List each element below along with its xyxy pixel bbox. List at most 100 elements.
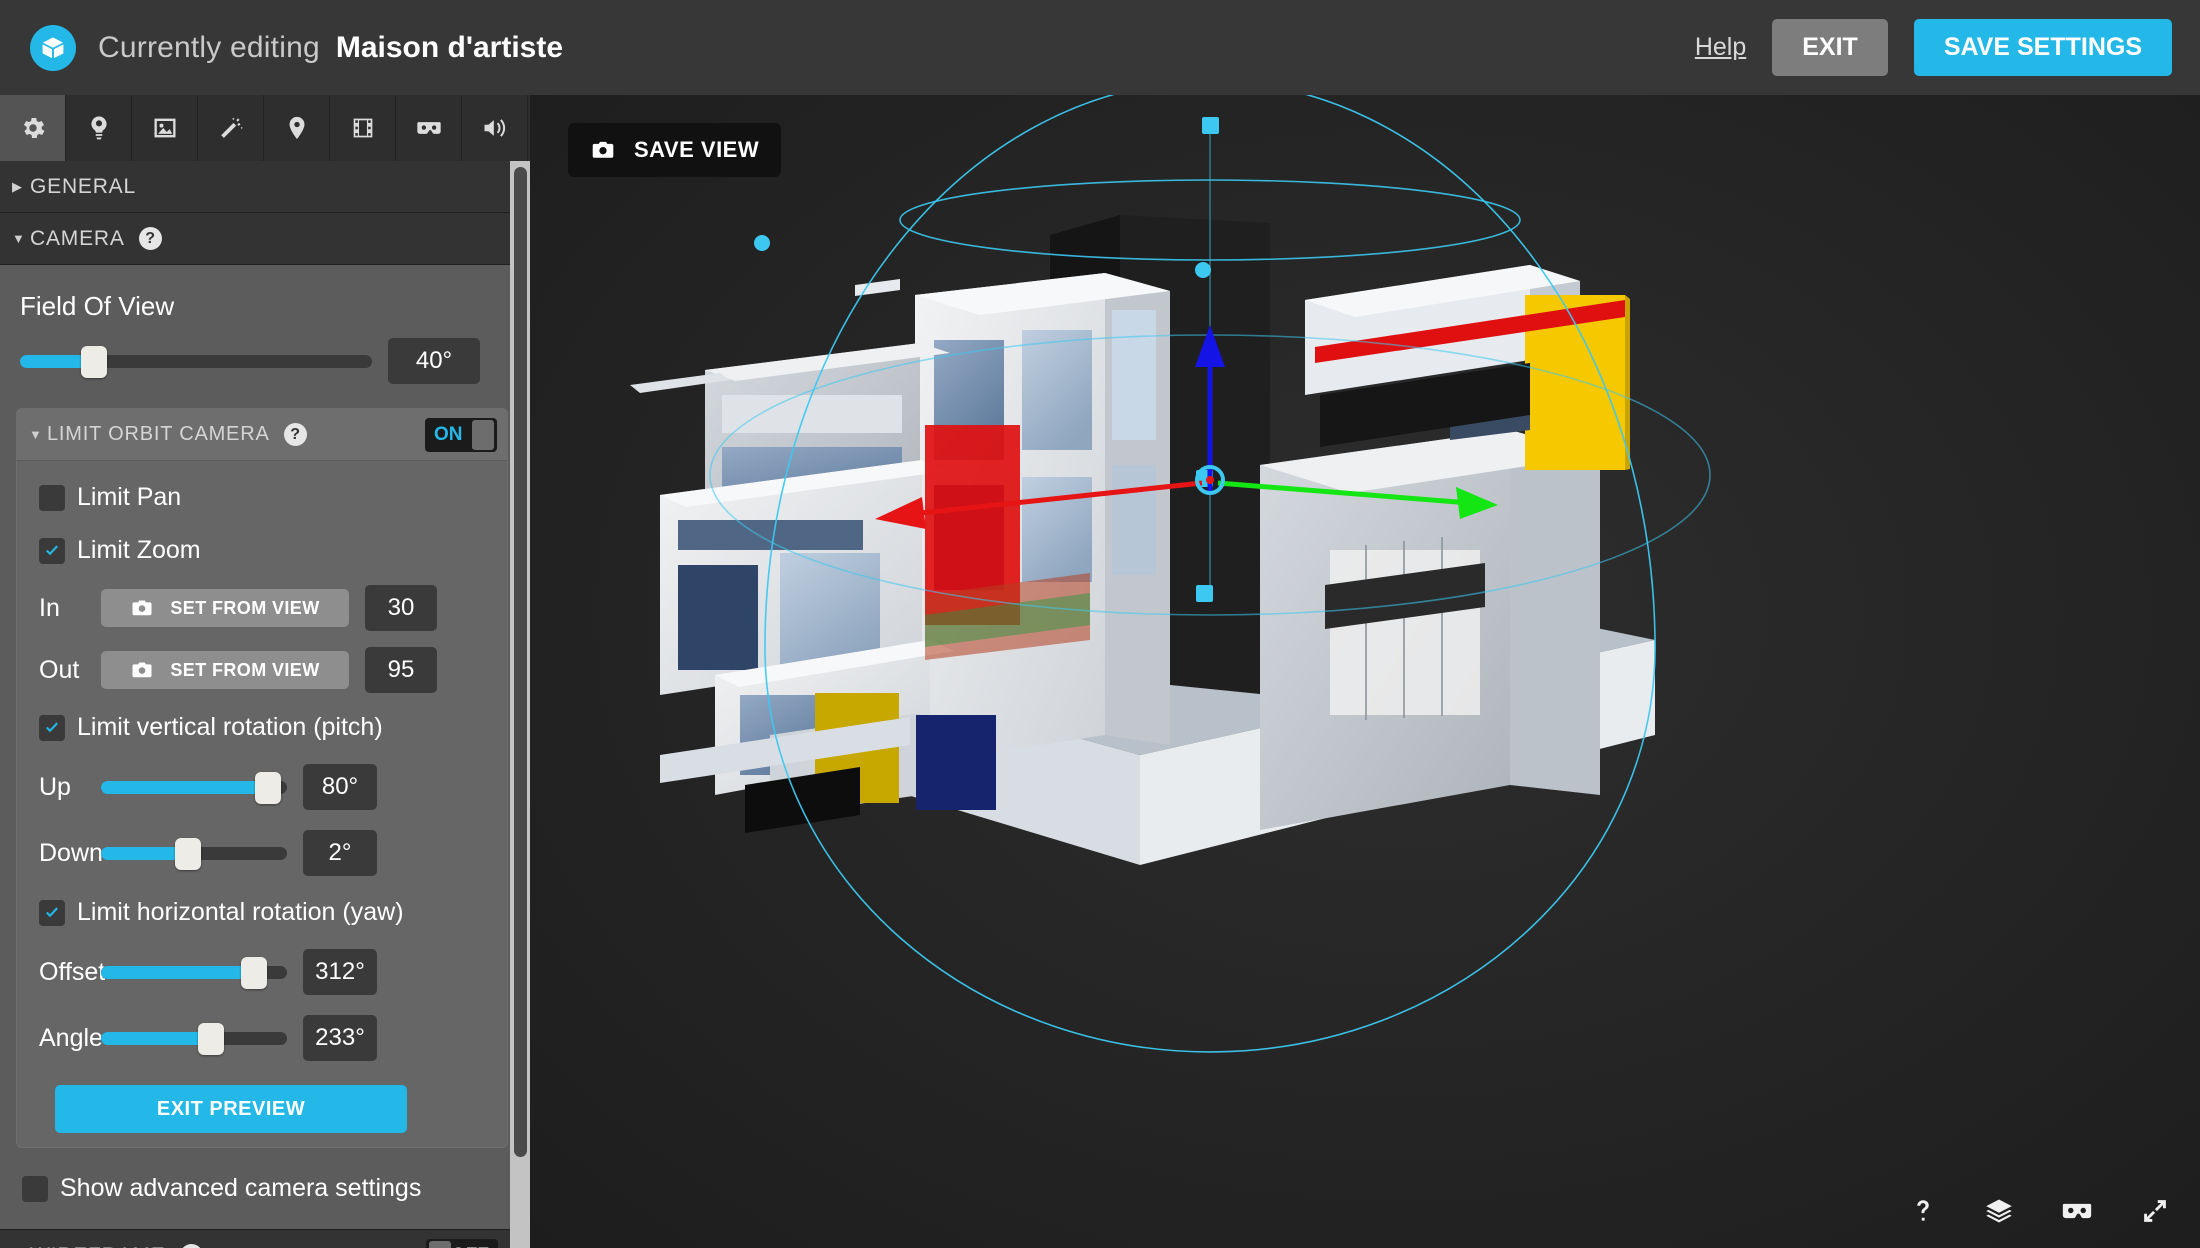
model-title: Maison d'artiste (335, 30, 564, 64)
vr-goggles-glyph (2062, 1203, 2092, 1219)
pitch-up-slider-fill (101, 780, 269, 794)
fullscreen-icon[interactable] (2140, 1196, 2170, 1226)
settings-sidebar: ▶ GENERAL ▼ CAMERA ? Field Of View 40° ▼ (0, 95, 530, 1248)
yaw-offset-label: Offset (39, 957, 106, 986)
camera-help-icon[interactable]: ? (138, 227, 162, 250)
tab-lighting[interactable] (66, 95, 132, 161)
limit-yaw-row[interactable]: Limit horizontal rotation (yaw) (17, 886, 507, 939)
3d-scene[interactable] (530, 95, 2200, 1248)
zoom-out-set-from-view-button[interactable]: SET FROM VIEW (101, 651, 349, 689)
sketchfab-cube-icon[interactable] (30, 24, 76, 71)
limit-orbit-help-icon[interactable]: ? (283, 423, 307, 446)
magic-wand-icon (220, 117, 243, 138)
exit-preview-button[interactable]: EXIT PREVIEW (55, 1085, 407, 1133)
chevron-down-icon: ▼ (29, 427, 42, 442)
pitch-up-slider-knob[interactable] (255, 771, 282, 804)
limit-zoom-label: Limit Zoom (77, 536, 201, 564)
fov-slider-knob[interactable] (80, 345, 107, 378)
section-wireframe[interactable]: ▶ WIREFRAME ? OFF (0, 1229, 530, 1248)
top-bar: Currently editing Maison d'artiste Help … (0, 0, 2200, 95)
layers-icon[interactable] (1984, 1196, 2014, 1226)
exit-button[interactable]: EXIT (1772, 19, 1888, 76)
yaw-angle-slider[interactable] (101, 1022, 287, 1055)
yaw-angle-slider-fill (101, 1031, 211, 1045)
advanced-camera-settings-checkbox[interactable] (22, 1175, 48, 1202)
check-icon (46, 721, 58, 732)
tab-post-processing[interactable] (198, 95, 264, 161)
zoom-in-row: In SET FROM VIEW 30 (17, 577, 507, 639)
section-general-label: GENERAL (30, 174, 136, 198)
question-mark-glyph (1917, 1200, 1929, 1221)
limit-pitch-checkbox[interactable] (39, 714, 65, 741)
limit-pan-label: Limit Pan (77, 483, 182, 511)
save-settings-button[interactable]: SAVE SETTINGS (1913, 19, 2172, 76)
yaw-offset-slider-fill (101, 965, 254, 979)
camera-panel: Field Of View 40° ▼ LIMIT ORBIT CAMERA ?… (0, 265, 530, 1229)
limit-orbit-toggle-label: ON (434, 423, 463, 445)
image-icon (154, 118, 175, 138)
chevron-down-icon: ▼ (12, 231, 25, 246)
yaw-offset-slider[interactable] (101, 956, 287, 989)
yaw-offset-value[interactable]: 312° (303, 949, 377, 995)
section-camera[interactable]: ▼ CAMERA ? (0, 213, 530, 265)
tab-environment[interactable] (132, 95, 198, 161)
fov-value[interactable]: 40° (388, 338, 480, 384)
limit-orbit-camera-group: ▼ LIMIT ORBIT CAMERA ? ON Limit Pan Limi… (16, 408, 508, 1148)
check-icon (46, 544, 58, 555)
vr-goggles-icon (416, 122, 441, 134)
tab-animation[interactable] (330, 95, 396, 161)
pitch-up-row: Up 80° (17, 754, 507, 820)
zoom-in-set-from-view-button[interactable]: SET FROM VIEW (101, 589, 349, 627)
section-wireframe-label: WIREFRAME (30, 1244, 166, 1248)
tab-scene-settings[interactable] (0, 95, 66, 161)
limit-yaw-label: Limit horizontal rotation (yaw) (77, 898, 404, 926)
layers-glyph (1986, 1199, 2012, 1223)
help-link[interactable]: Help (1695, 33, 1746, 62)
pitch-down-slider[interactable] (101, 837, 287, 870)
zoom-in-set-from-view-label: SET FROM VIEW (170, 597, 320, 618)
section-general[interactable]: ▶ GENERAL (0, 161, 530, 213)
3d-viewport[interactable]: SAVE VIEW (530, 95, 2200, 1248)
advanced-camera-settings-label: Show advanced camera settings (60, 1174, 422, 1202)
limit-orbit-body: Limit Pan Limit Zoom In SET FROM VIEW 30… (17, 461, 507, 1147)
tool-tabs (0, 95, 530, 161)
zoom-out-value[interactable]: 95 (365, 647, 437, 693)
wireframe-help-icon[interactable]: ? (179, 1244, 203, 1248)
limit-yaw-checkbox[interactable] (39, 899, 65, 926)
location-pin-icon (289, 116, 304, 140)
advanced-camera-settings-row[interactable]: Show advanced camera settings (0, 1148, 530, 1229)
yaw-offset-row: Offset 312° (17, 939, 507, 1005)
limit-zoom-checkbox[interactable] (39, 537, 65, 564)
pitch-up-slider[interactable] (101, 771, 287, 804)
fov-slider-row: 40° (0, 322, 530, 394)
tab-annotations[interactable] (264, 95, 330, 161)
pitch-up-value[interactable]: 80° (303, 764, 377, 810)
fov-slider[interactable] (20, 345, 372, 378)
yaw-angle-value[interactable]: 233° (303, 1015, 377, 1061)
limit-orbit-label: LIMIT ORBIT CAMERA (47, 423, 270, 445)
tab-vr[interactable] (396, 95, 462, 161)
sidebar-scrollbar[interactable] (510, 161, 530, 1248)
camera-icon (132, 600, 152, 616)
sidebar-scrollbar-thumb[interactable] (514, 167, 527, 1157)
zoom-in-value[interactable]: 30 (365, 585, 437, 631)
limit-pan-row[interactable]: Limit Pan (17, 471, 507, 524)
yaw-angle-label: Angle (39, 1023, 103, 1052)
yaw-offset-slider-knob[interactable] (240, 956, 267, 989)
limit-pan-checkbox[interactable] (39, 484, 65, 511)
vr-goggles-icon[interactable] (2060, 1194, 2094, 1228)
limit-orbit-toggle[interactable]: ON (425, 417, 497, 452)
help-icon[interactable] (1908, 1196, 1938, 1226)
zoom-out-set-from-view-label: SET FROM VIEW (170, 659, 320, 680)
speaker-icon (484, 119, 505, 137)
pitch-down-slider-knob[interactable] (175, 837, 202, 870)
limit-zoom-row[interactable]: Limit Zoom (17, 524, 507, 577)
yaw-angle-row: Angle 233° (17, 1005, 507, 1071)
limit-pitch-row[interactable]: Limit vertical rotation (pitch) (17, 701, 507, 754)
yaw-angle-slider-knob[interactable] (197, 1022, 224, 1055)
tab-sound[interactable] (462, 95, 528, 161)
chevron-right-icon: ▶ (12, 178, 22, 194)
wireframe-toggle[interactable]: OFF (426, 1238, 498, 1248)
pitch-down-value[interactable]: 2° (303, 830, 377, 876)
limit-orbit-header[interactable]: ▼ LIMIT ORBIT CAMERA ? ON (17, 409, 507, 461)
